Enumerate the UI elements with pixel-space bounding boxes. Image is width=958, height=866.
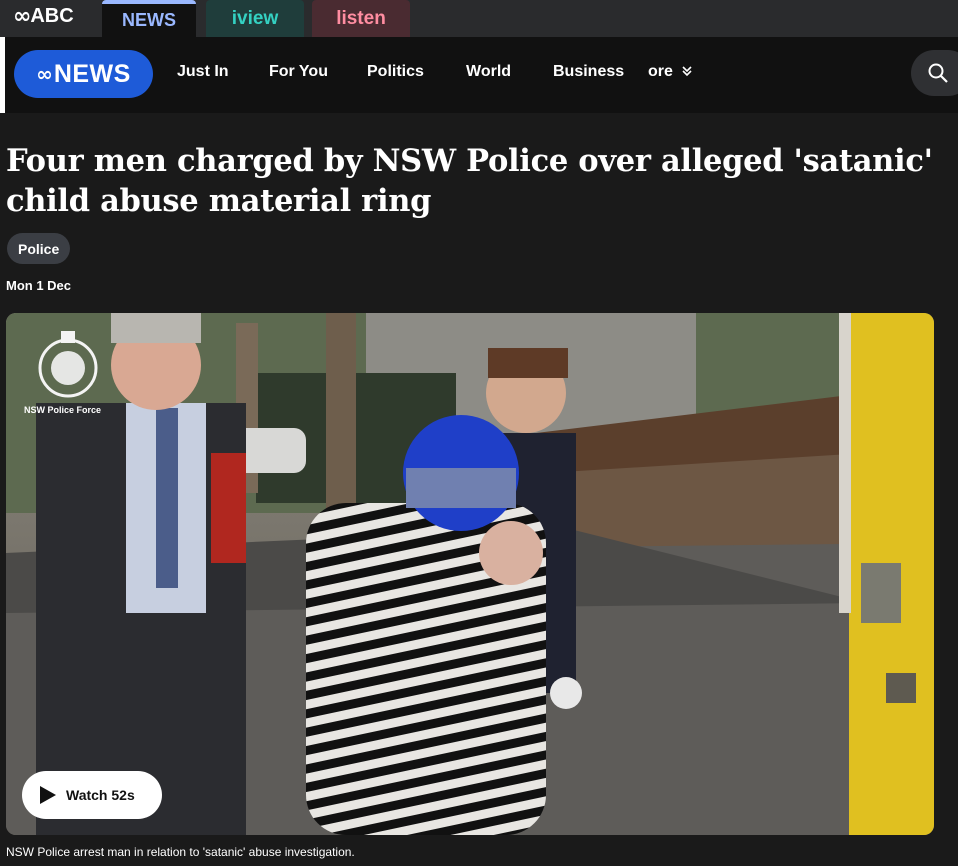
watch-video-button[interactable]: Watch 52s [22,771,162,819]
chevron-double-down-icon [681,64,693,80]
play-icon [40,786,56,804]
tab-listen[interactable]: listen [312,0,410,37]
news-logo-text: NEWS [53,59,131,88]
nav-item-business[interactable]: Business [553,63,624,81]
abc-lissajous-icon: ∞ [13,4,31,29]
abc-logo-text: ABC [30,5,74,27]
abc-lissajous-icon: ∞ [36,62,53,86]
nav-item-just-in[interactable]: Just In [177,63,229,81]
search-button[interactable] [911,50,958,96]
abc-logo[interactable]: ∞ ABC [13,4,74,29]
publish-date: Mon 1 Dec [6,278,72,293]
news-nav: ∞ NEWS Just In For You Politics World Bu… [5,37,958,113]
video-player[interactable]: NSW Police Force Watch 52s [6,313,934,835]
topic-tag-police[interactable]: Police [7,233,71,264]
abc-news-logo[interactable]: ∞ NEWS [14,50,153,98]
article-headline: Four men charged by NSW Police over alle… [6,143,933,219]
video-watermark: NSW Police Force [24,405,102,415]
nav-item-world[interactable]: World [466,63,511,81]
search-icon [928,63,948,83]
nav-more-label: ore [648,63,673,80]
nav-item-for-you[interactable]: For You [269,63,328,81]
nav-more-button[interactable]: ore [648,63,693,81]
tab-iview[interactable]: iview [206,0,304,37]
nav-item-politics[interactable]: Politics [367,63,424,81]
watch-label: Watch 52s [66,787,135,803]
video-thumbnail [6,313,934,835]
video-caption: NSW Police arrest man in relation to 'sa… [6,845,355,859]
tab-news[interactable]: NEWS [102,0,196,37]
product-bar: ∞ ABC NEWS iview listen [0,0,958,37]
